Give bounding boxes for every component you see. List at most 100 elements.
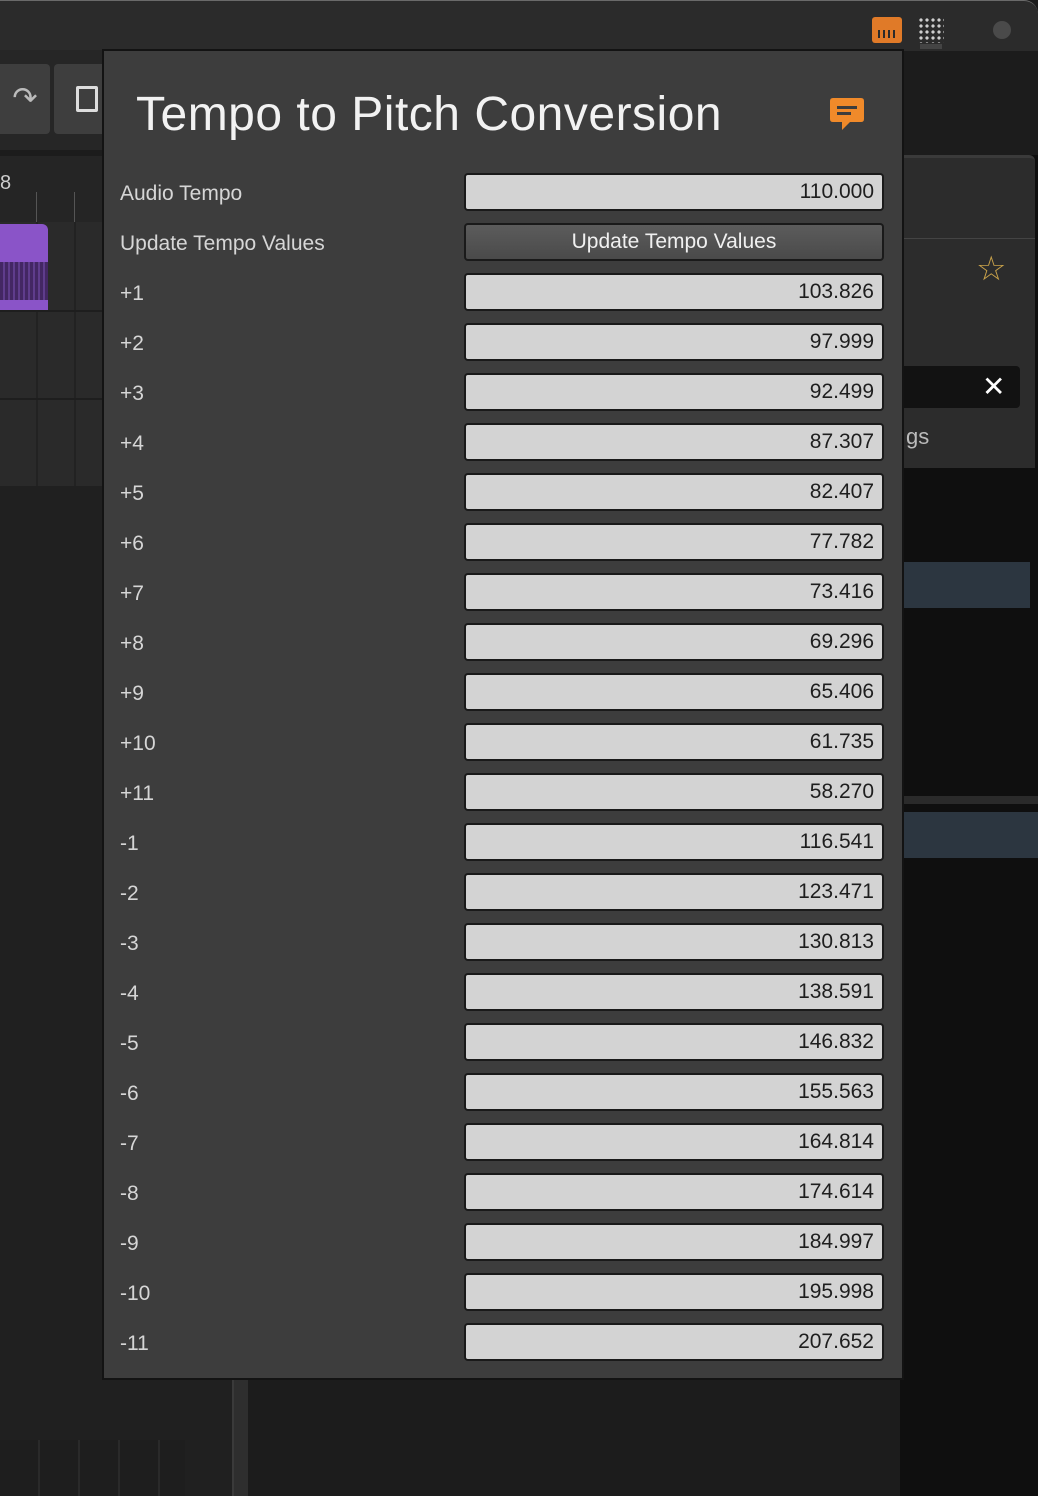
pitch-row: +2 97.999 <box>120 323 890 373</box>
pitch-offset-label: -8 <box>120 1182 139 1205</box>
pitch-tempo-value-field[interactable]: 97.999 <box>464 323 884 361</box>
pitch-offset-label: -9 <box>120 1232 139 1255</box>
browser-header <box>900 155 1035 468</box>
pitch-tempo-value-field[interactable]: 174.614 <box>464 1173 884 1211</box>
timeline-ruler[interactable]: 8 <box>0 156 110 223</box>
pitch-row: +9 65.406 <box>120 673 890 723</box>
pitch-tempo-value-field[interactable]: 184.997 <box>464 1223 884 1261</box>
pitch-tempo-value-field[interactable]: 207.652 <box>464 1323 884 1361</box>
pitch-offset-label: +1 <box>120 282 144 305</box>
pitch-row: -10 195.998 <box>120 1273 890 1323</box>
pitch-tempo-value-field[interactable]: 195.998 <box>464 1273 884 1311</box>
pitch-row: +11 58.270 <box>120 773 890 823</box>
lower-grid <box>0 1440 185 1496</box>
dialog-title: Tempo to Pitch Conversion <box>136 88 723 141</box>
pitch-tempo-value-field[interactable]: 116.541 <box>464 823 884 861</box>
panel-divider[interactable] <box>232 1380 248 1496</box>
pitch-row: +10 61.735 <box>120 723 890 773</box>
pitch-tempo-value-field[interactable]: 82.407 <box>464 473 884 511</box>
pitch-row: +5 82.407 <box>120 473 890 523</box>
pitch-tempo-value-field[interactable]: 92.499 <box>464 373 884 411</box>
pitch-offset-label: +11 <box>120 782 155 805</box>
audio-tempo-input[interactable]: 110.000 <box>464 173 884 211</box>
update-tempo-button[interactable]: Update Tempo Values <box>464 223 884 261</box>
pitch-tempo-value-field[interactable]: 138.591 <box>464 973 884 1011</box>
browser-selected-item[interactable] <box>900 812 1038 858</box>
browser-separator <box>900 796 1038 804</box>
pitch-tempo-value-field[interactable]: 155.563 <box>464 1073 884 1111</box>
pitch-row: -4 138.591 <box>120 973 890 1023</box>
pitch-tempo-value-field[interactable]: 77.782 <box>464 523 884 561</box>
tempo-to-pitch-dialog: Tempo to Pitch Conversion Audio Tempo 11… <box>102 49 904 1380</box>
pitch-row: +7 73.416 <box>120 573 890 623</box>
pitch-row: -1 116.541 <box>120 823 890 873</box>
pitch-tempo-value-field[interactable]: 87.307 <box>464 423 884 461</box>
piano-keyboard-icon[interactable] <box>872 17 902 43</box>
audio-tempo-row: Audio Tempo 110.000 <box>120 173 890 223</box>
app-top-bar <box>0 0 1038 51</box>
pitch-tempo-value-field[interactable]: 73.416 <box>464 573 884 611</box>
pitch-offset-label: -5 <box>120 1032 139 1055</box>
pitch-offset-label: -10 <box>120 1282 151 1305</box>
ruler-tick <box>74 192 75 222</box>
pitch-offset-label: -6 <box>120 1082 139 1105</box>
window-control-dot[interactable] <box>993 21 1011 39</box>
pitch-row: +6 77.782 <box>120 523 890 573</box>
pitch-tempo-value-field[interactable]: 123.471 <box>464 873 884 911</box>
browser-separator <box>900 238 1035 239</box>
pitch-tempo-value-field[interactable]: 103.826 <box>464 273 884 311</box>
pitch-offset-label: +8 <box>120 632 144 655</box>
pitch-offset-label: +3 <box>120 382 144 405</box>
pitch-row: -11 207.652 <box>120 1323 890 1373</box>
waveform <box>0 262 48 300</box>
pitch-tempo-value-field[interactable]: 164.814 <box>464 1123 884 1161</box>
pitch-row: -2 123.471 <box>120 873 890 923</box>
pitch-tempo-value-field[interactable]: 130.813 <box>464 923 884 961</box>
grid-icon-base <box>920 44 942 49</box>
pitch-offset-label: +4 <box>120 432 144 455</box>
audio-tempo-label: Audio Tempo <box>120 182 243 205</box>
pitch-offset-label: +6 <box>120 532 144 555</box>
star-icon[interactable]: ☆ <box>976 252 1006 286</box>
pitch-tempo-value-field[interactable]: 65.406 <box>464 673 884 711</box>
browser-selected-item[interactable] <box>900 562 1030 608</box>
grid-icon[interactable] <box>918 17 944 43</box>
pitch-row: -8 174.614 <box>120 1173 890 1223</box>
pitch-row: -6 155.563 <box>120 1073 890 1123</box>
pitch-offset-label: +2 <box>120 332 144 355</box>
pitch-tempo-value-field[interactable]: 61.735 <box>464 723 884 761</box>
pitch-row: -9 184.997 <box>120 1223 890 1273</box>
speech-bubble-icon[interactable] <box>828 95 866 133</box>
pitch-offset-label: +9 <box>120 682 144 705</box>
pitch-offset-label: -1 <box>120 832 139 855</box>
pitch-row: -3 130.813 <box>120 923 890 973</box>
pitch-tempo-value-field[interactable]: 69.296 <box>464 623 884 661</box>
pitch-offset-label: +5 <box>120 482 144 505</box>
pitch-offset-label: +7 <box>120 582 144 605</box>
update-tempo-row: Update Tempo Values Update Tempo Values <box>120 223 890 273</box>
pitch-row: +3 92.499 <box>120 373 890 423</box>
browser-tab-label[interactable]: gs <box>906 424 929 450</box>
pitch-offset-label: -2 <box>120 882 139 905</box>
audio-clip[interactable] <box>0 224 48 310</box>
track-divider <box>0 310 110 312</box>
ruler-bar-number: 8 <box>0 172 12 194</box>
search-field[interactable]: ✕ <box>900 366 1020 408</box>
redo-icon[interactable]: ↷ <box>0 64 50 134</box>
pitch-row: -5 146.832 <box>120 1023 890 1073</box>
pitch-tempo-value-field[interactable]: 146.832 <box>464 1023 884 1061</box>
pitch-row: +8 69.296 <box>120 623 890 673</box>
ruler-tick <box>36 192 37 222</box>
update-tempo-label: Update Tempo Values <box>120 232 325 255</box>
pitch-row: -7 164.814 <box>120 1123 890 1173</box>
close-icon[interactable]: ✕ <box>982 370 1005 403</box>
pitch-row: +1 103.826 <box>120 273 890 323</box>
conversion-list: Audio Tempo 110.000 Update Tempo Values … <box>120 173 890 1373</box>
pitch-offset-label: -11 <box>120 1332 149 1355</box>
pitch-offset-label: -3 <box>120 932 139 955</box>
pitch-tempo-value-field[interactable]: 58.270 <box>464 773 884 811</box>
pitch-offset-label: -4 <box>120 982 139 1005</box>
track-divider <box>0 398 110 400</box>
pitch-offset-label: -7 <box>120 1132 139 1155</box>
pitch-row: +4 87.307 <box>120 423 890 473</box>
